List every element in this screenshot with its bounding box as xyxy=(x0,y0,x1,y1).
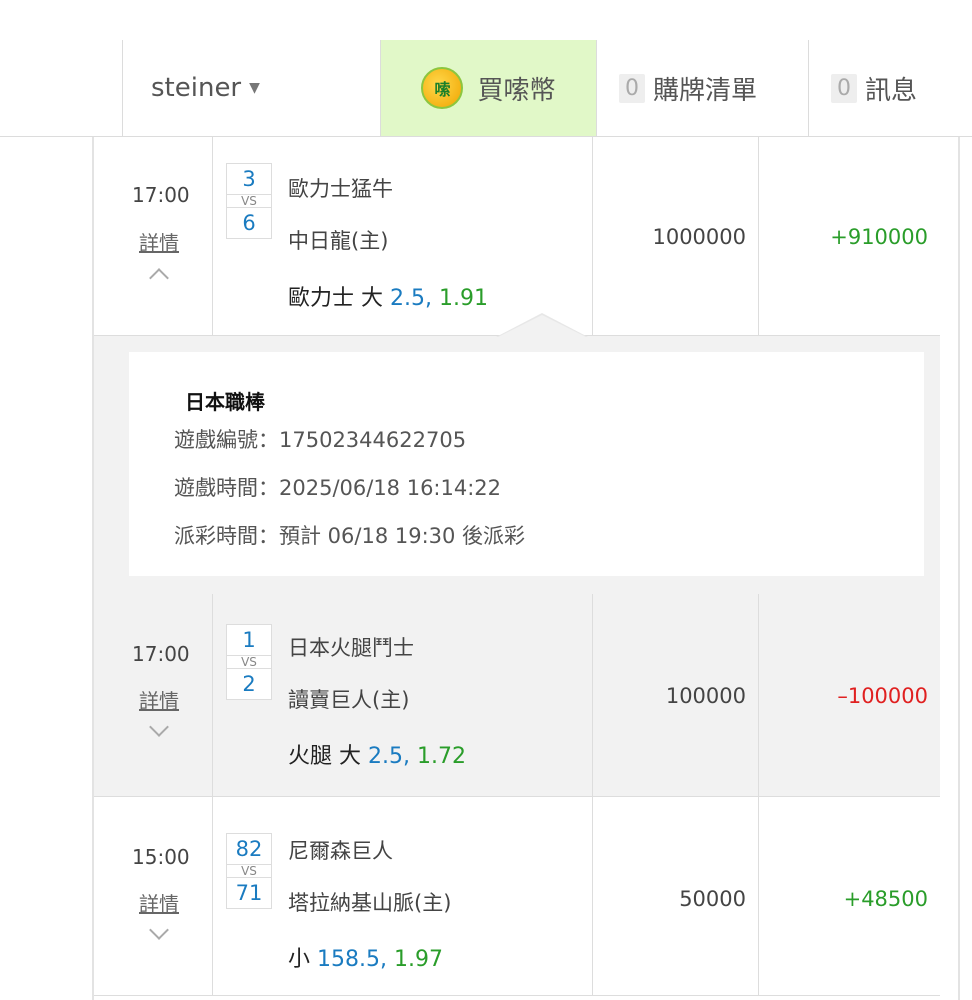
buy-coin-label: 買嗦幣 xyxy=(477,75,556,106)
bet-row: 17:00 詳情 1 VS 2 日本火腿鬥士 讀賣巨人(主) 火腿 大 2.5,… xyxy=(94,594,940,797)
pick-odds: 1.72 xyxy=(417,744,466,769)
vs-label: VS xyxy=(227,655,271,669)
pick-type: 大 xyxy=(339,744,362,769)
away-score: 1 xyxy=(242,628,256,652)
vs-label: VS xyxy=(227,194,271,208)
home-score: 71 xyxy=(235,881,263,905)
stake-amount: 50000 xyxy=(679,887,746,911)
game-time: 遊戲時間：2025/06/18 16:14:22 xyxy=(174,476,502,500)
detail-link[interactable]: 詳情 xyxy=(139,227,179,256)
score-box: 3 VS 6 xyxy=(226,163,272,239)
chevron-down-icon[interactable] xyxy=(149,717,169,737)
pick-team: 火腿 xyxy=(288,744,333,769)
detail-card: 日本職棒 遊戲編號：17502344622705 遊戲時間：2025/06/18… xyxy=(129,352,924,576)
bet-pick: 火腿 大 2.5, 1.72 xyxy=(288,738,466,770)
pick-odds: 1.91 xyxy=(439,286,488,311)
pick-line: 2.5, xyxy=(368,744,411,769)
stake-amount: 1000000 xyxy=(652,225,746,249)
league-name: 日本職棒 xyxy=(185,390,265,414)
top-header-bar: steiner ▼ 嗦 買嗦幣 0 購牌清單 0 訊息 xyxy=(0,40,972,137)
away-team: 尼爾森巨人 xyxy=(288,839,393,863)
bet-pick: 歐力士 大 2.5, 1.91 xyxy=(288,280,488,312)
result-amount: –100000 xyxy=(837,684,928,708)
cart-button[interactable]: 0 購牌清單 xyxy=(596,40,808,136)
score-box: 1 VS 2 xyxy=(226,624,272,700)
away-score: 3 xyxy=(242,167,256,191)
vs-label: VS xyxy=(227,864,271,878)
buy-coin-button[interactable]: 嗦 買嗦幣 xyxy=(380,40,596,136)
bet-pick: 小 158.5, 1.97 xyxy=(288,941,443,973)
messages-count-badge: 0 xyxy=(831,73,857,103)
cart-label: 購牌清單 xyxy=(653,75,758,106)
messages-label: 訊息 xyxy=(865,75,918,106)
away-score: 82 xyxy=(235,837,263,861)
pick-type: 小 xyxy=(288,947,311,972)
detail-link[interactable]: 詳情 xyxy=(139,685,179,714)
user-menu[interactable]: steiner ▼ xyxy=(122,40,380,136)
pick-line: 158.5, xyxy=(317,947,387,972)
coin-icon: 嗦 xyxy=(421,67,464,109)
result-amount: +910000 xyxy=(830,225,928,249)
away-team: 日本火腿鬥士 xyxy=(288,636,414,660)
home-team: 塔拉納基山脈(主) xyxy=(288,891,452,915)
match-time: 15:00 xyxy=(132,845,190,869)
caret-down-icon: ▼ xyxy=(249,80,260,96)
away-team: 歐力士猛牛 xyxy=(288,177,393,201)
bet-detail-panel: 日本職棒 遊戲編號：17502344622705 遊戲時間：2025/06/18… xyxy=(94,336,940,594)
home-team: 中日龍(主) xyxy=(288,229,389,253)
pick-type: 大 xyxy=(361,286,384,311)
home-score: 2 xyxy=(242,672,256,696)
chevron-down-icon[interactable] xyxy=(149,920,169,940)
game-id: 遊戲編號：17502344622705 xyxy=(174,428,467,452)
home-team: 讀賣巨人(主) xyxy=(288,688,410,712)
match-time: 17:00 xyxy=(132,183,190,207)
home-score: 6 xyxy=(242,211,256,235)
bet-row: 15:00 詳情 82 VS 71 尼爾森巨人 塔拉納基山脈(主) 小 158.… xyxy=(94,797,940,996)
stake-amount: 100000 xyxy=(665,684,746,708)
pick-team: 歐力士 xyxy=(288,286,355,311)
chevron-up-icon[interactable] xyxy=(149,268,169,288)
match-time: 17:00 xyxy=(132,642,190,666)
right-divider xyxy=(958,137,960,1000)
detail-link[interactable]: 詳情 xyxy=(139,888,179,917)
username: steiner xyxy=(151,73,242,103)
payout-time: 派彩時間：預計 06/18 19:30 後派彩 xyxy=(174,524,526,548)
result-amount: +48500 xyxy=(843,887,928,911)
messages-button[interactable]: 0 訊息 xyxy=(808,40,972,136)
pick-odds: 1.97 xyxy=(394,947,443,972)
bet-row: 17:00 詳情 3 VS 6 歐力士猛牛 中日龍(主) 歐力士 大 2.5, … xyxy=(94,137,940,336)
cart-count-badge: 0 xyxy=(619,73,645,103)
pick-line: 2.5, xyxy=(390,286,433,311)
score-box: 82 VS 71 xyxy=(226,833,272,909)
